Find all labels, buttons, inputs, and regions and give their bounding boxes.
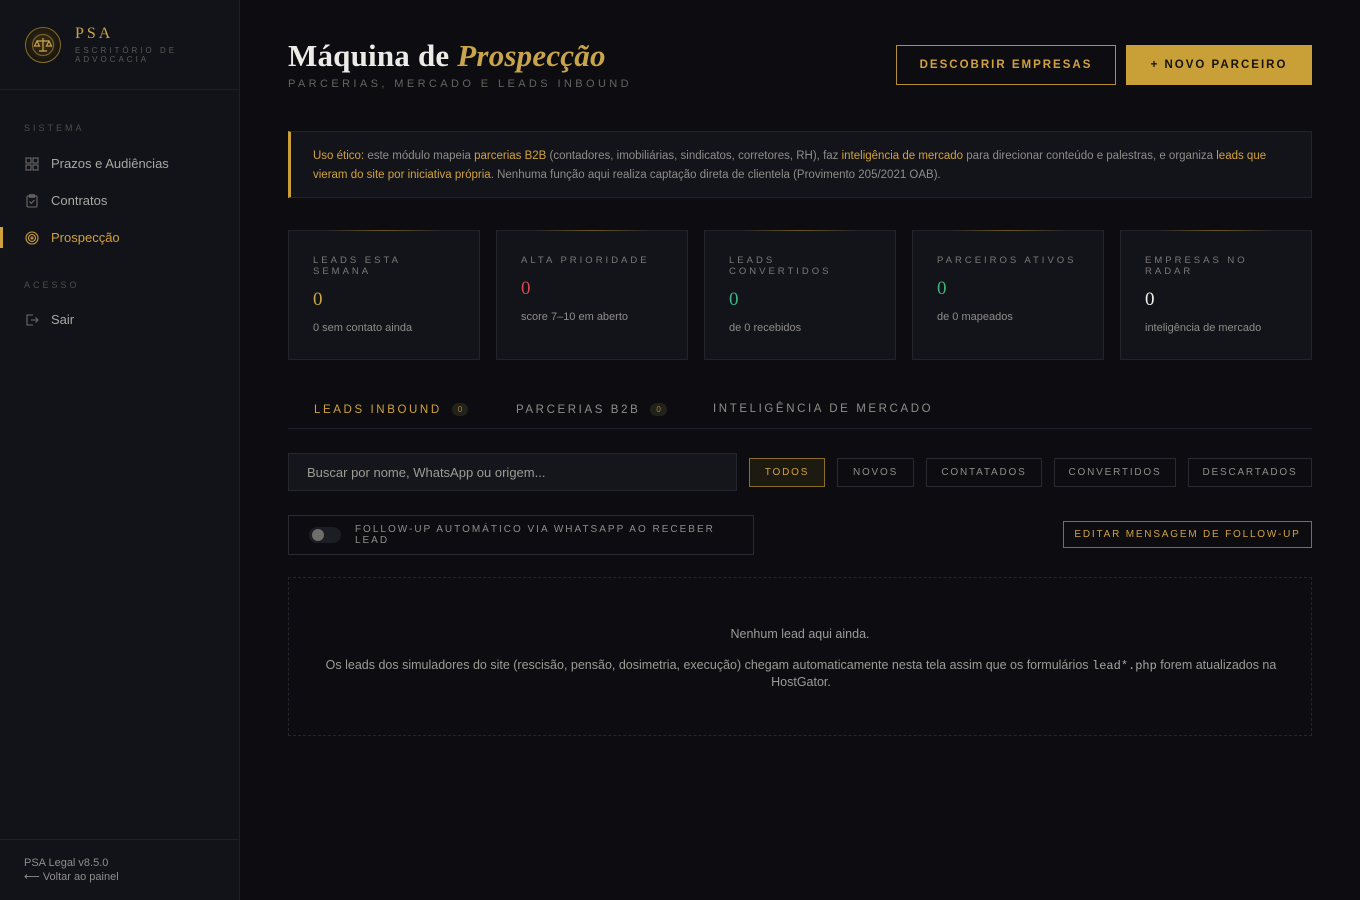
- stat-card-partners: PARCEIROS ATIVOS 0 de 0 mapeados: [912, 230, 1104, 360]
- notice-text: este módulo mapeia: [364, 150, 475, 162]
- followup-toggle[interactable]: [309, 527, 341, 543]
- sidebar-item-contratos[interactable]: Contratos: [0, 182, 239, 219]
- app-version: PSA Legal v8.5.0: [24, 857, 109, 869]
- stat-card-converted: LEADS CONVERTIDOS 0 de 0 recebidos: [704, 230, 896, 360]
- stat-value: 0: [521, 278, 531, 299]
- target-icon: [24, 230, 40, 246]
- empty-state-title: Nenhum lead aqui ainda.: [730, 627, 870, 641]
- empty-state: Nenhum lead aqui ainda. Os leads dos sim…: [288, 577, 1312, 736]
- filter-todos[interactable]: TODOS: [749, 458, 825, 487]
- brand[interactable]: PSA ESCRITÓRIO DE ADVOCACIA: [0, 0, 239, 90]
- scales-logo-icon: [25, 26, 61, 63]
- stat-desc: de 0 mapeados: [937, 311, 1013, 323]
- stat-card-radar: EMPRESAS NO RADAR 0 inteligência de merc…: [1120, 230, 1312, 360]
- stat-desc: de 0 recebidos: [729, 322, 802, 334]
- toggle-knob: [312, 529, 324, 541]
- new-partner-button[interactable]: + NOVO PARCEIRO: [1126, 45, 1312, 85]
- notice-highlight: parcerias B2B: [474, 150, 547, 162]
- stat-label: ALTA PRIORIDADE: [521, 255, 650, 266]
- empty-desc-text: Os leads dos simuladores do site (rescis…: [325, 658, 1093, 672]
- sidebar-footer: PSA Legal v8.5.0 ⟵ Voltar ao painel: [0, 839, 239, 900]
- tab-count-badge: 0: [650, 403, 667, 416]
- tab-inteligencia-mercado[interactable]: INTELIGÊNCIA DE MERCADO: [713, 403, 933, 415]
- stat-label: PARCEIROS ATIVOS: [937, 255, 1077, 266]
- title-prefix: Máquina de: [288, 38, 458, 73]
- stat-desc: 0 sem contato ainda: [313, 322, 413, 334]
- stat-card-leads-week: LEADS ESTA SEMANA 0 0 sem contato ainda: [288, 230, 480, 360]
- stat-label: LEADS ESTA SEMANA: [313, 255, 401, 277]
- notice-text: para direcionar conteúdo e palestras, e …: [963, 150, 1217, 162]
- notice-text: . Nenhuma função aqui realiza captação d…: [490, 169, 941, 181]
- empty-desc-code: lead*.php: [1092, 659, 1157, 673]
- followup-toggle-label: FOLLOW-UP AUTOMÁTICO VIA WHATSAPP AO REC…: [354, 524, 715, 546]
- tab-bar: LEADS INBOUND 0 PARCERIAS B2B 0 INTELIGÊ…: [288, 392, 1312, 429]
- stat-desc: inteligência de mercado: [1145, 322, 1262, 334]
- sidebar: PSA ESCRITÓRIO DE ADVOCACIA SISTEMA Praz…: [0, 0, 240, 900]
- followup-toggle-row: FOLLOW-UP AUTOMÁTICO VIA WHATSAPP AO REC…: [288, 515, 754, 555]
- stat-card-high-priority: ALTA PRIORIDADE 0 score 7–10 em aberto: [496, 230, 688, 360]
- sidebar-item-label: Sair: [51, 312, 75, 327]
- brand-name: PSA: [75, 25, 114, 42]
- brand-subtitle: ESCRITÓRIO DE ADVOCACIA: [75, 46, 178, 64]
- sidebar-item-label: Prazos e Audiências: [51, 156, 169, 171]
- stat-value: 0: [313, 289, 323, 310]
- sidebar-item-prazos[interactable]: Prazos e Audiências: [0, 145, 239, 182]
- ethics-notice: Uso ético: este módulo mapeia parcerias …: [288, 131, 1312, 198]
- discover-companies-button[interactable]: DESCOBRIR EMPRESAS: [896, 45, 1116, 85]
- notice-lead: Uso ético:: [313, 150, 365, 162]
- filter-novos[interactable]: NOVOS: [837, 458, 914, 487]
- tab-label: LEADS INBOUND: [314, 403, 442, 416]
- stat-value: 0: [1145, 289, 1155, 310]
- filter-contatados[interactable]: CONTATADOS: [926, 458, 1042, 487]
- notice-text: (contadores, imobiliárias, sindicatos, c…: [546, 150, 842, 162]
- nav-section-acesso: ACESSO: [24, 280, 80, 290]
- sidebar-item-label: Prospecção: [51, 230, 120, 245]
- nav-section-sistema: SISTEMA: [24, 123, 85, 133]
- tab-label: PARCERIAS B2B: [516, 403, 641, 416]
- title-accent: Prospecção: [457, 38, 606, 73]
- stat-value: 0: [729, 289, 739, 310]
- stat-desc: score 7–10 em aberto: [521, 311, 629, 323]
- clipboard-icon: [24, 193, 40, 209]
- tab-parcerias-b2b[interactable]: PARCERIAS B2B 0: [516, 403, 667, 416]
- search-input[interactable]: Buscar por nome, WhatsApp ou origem...: [288, 453, 737, 491]
- filter-convertidos[interactable]: CONVERTIDOS: [1054, 458, 1176, 487]
- notice-highlight: inteligência de mercado: [841, 150, 964, 162]
- page-subtitle: PARCERIAS, MERCADO E LEADS INBOUND: [288, 78, 632, 90]
- sidebar-item-label: Contratos: [51, 193, 108, 208]
- filter-descartados[interactable]: DESCARTADOS: [1188, 458, 1312, 487]
- empty-state-description: Os leads dos simuladores do site (rescis…: [325, 657, 1277, 690]
- sidebar-item-sair[interactable]: Sair: [0, 301, 239, 338]
- stat-label: LEADS CONVERTIDOS: [729, 255, 832, 277]
- grid-icon: [24, 156, 40, 172]
- sidebar-item-prospeccao[interactable]: Prospecção: [0, 219, 239, 256]
- tab-label: INTELIGÊNCIA DE MERCADO: [713, 403, 934, 415]
- stat-value: 0: [937, 278, 947, 299]
- stat-label: EMPRESAS NO RADAR: [1145, 255, 1248, 277]
- tab-leads-inbound[interactable]: LEADS INBOUND 0: [314, 403, 469, 416]
- page-title: Máquina de Prospecção: [288, 38, 606, 74]
- tab-count-badge: 0: [451, 403, 469, 416]
- edit-followup-message-button[interactable]: EDITAR MENSAGEM DE FOLLOW-UP: [1063, 521, 1312, 548]
- stats-cards: LEADS ESTA SEMANA 0 0 sem contato ainda …: [288, 230, 1312, 360]
- back-to-panel-link[interactable]: ⟵ Voltar ao painel: [24, 870, 239, 884]
- logout-icon: [24, 312, 40, 328]
